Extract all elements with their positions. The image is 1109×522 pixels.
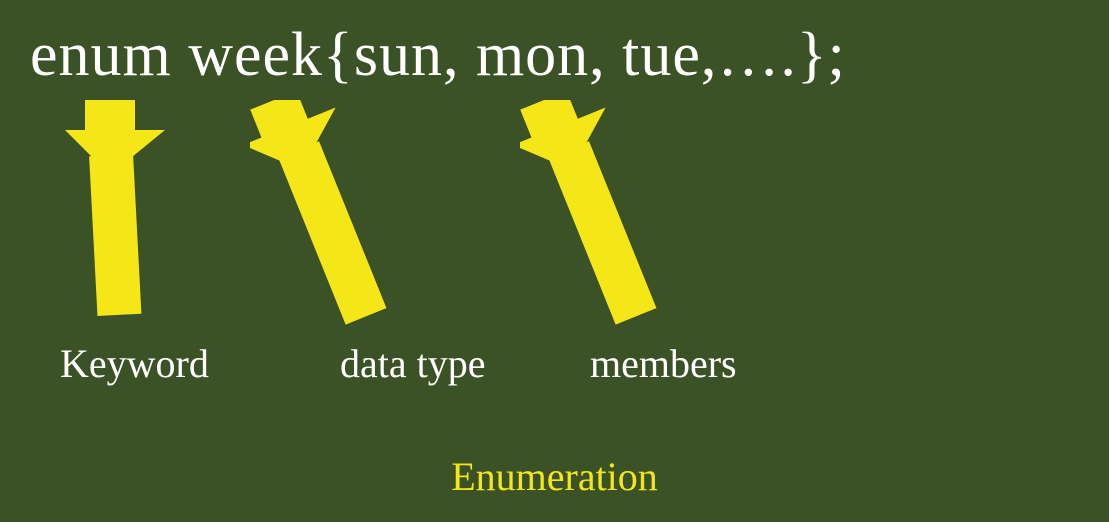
arrow-datatype: [250, 100, 410, 330]
diagram-title: Enumeration: [451, 453, 658, 500]
code-example: enum week{sun, mon, tue,….};: [30, 20, 846, 91]
label-datatype: data type: [340, 340, 486, 387]
arrow-members: [520, 100, 680, 330]
arrow-keyword: [65, 100, 165, 320]
label-keyword: Keyword: [60, 340, 209, 387]
label-members: members: [590, 340, 737, 387]
